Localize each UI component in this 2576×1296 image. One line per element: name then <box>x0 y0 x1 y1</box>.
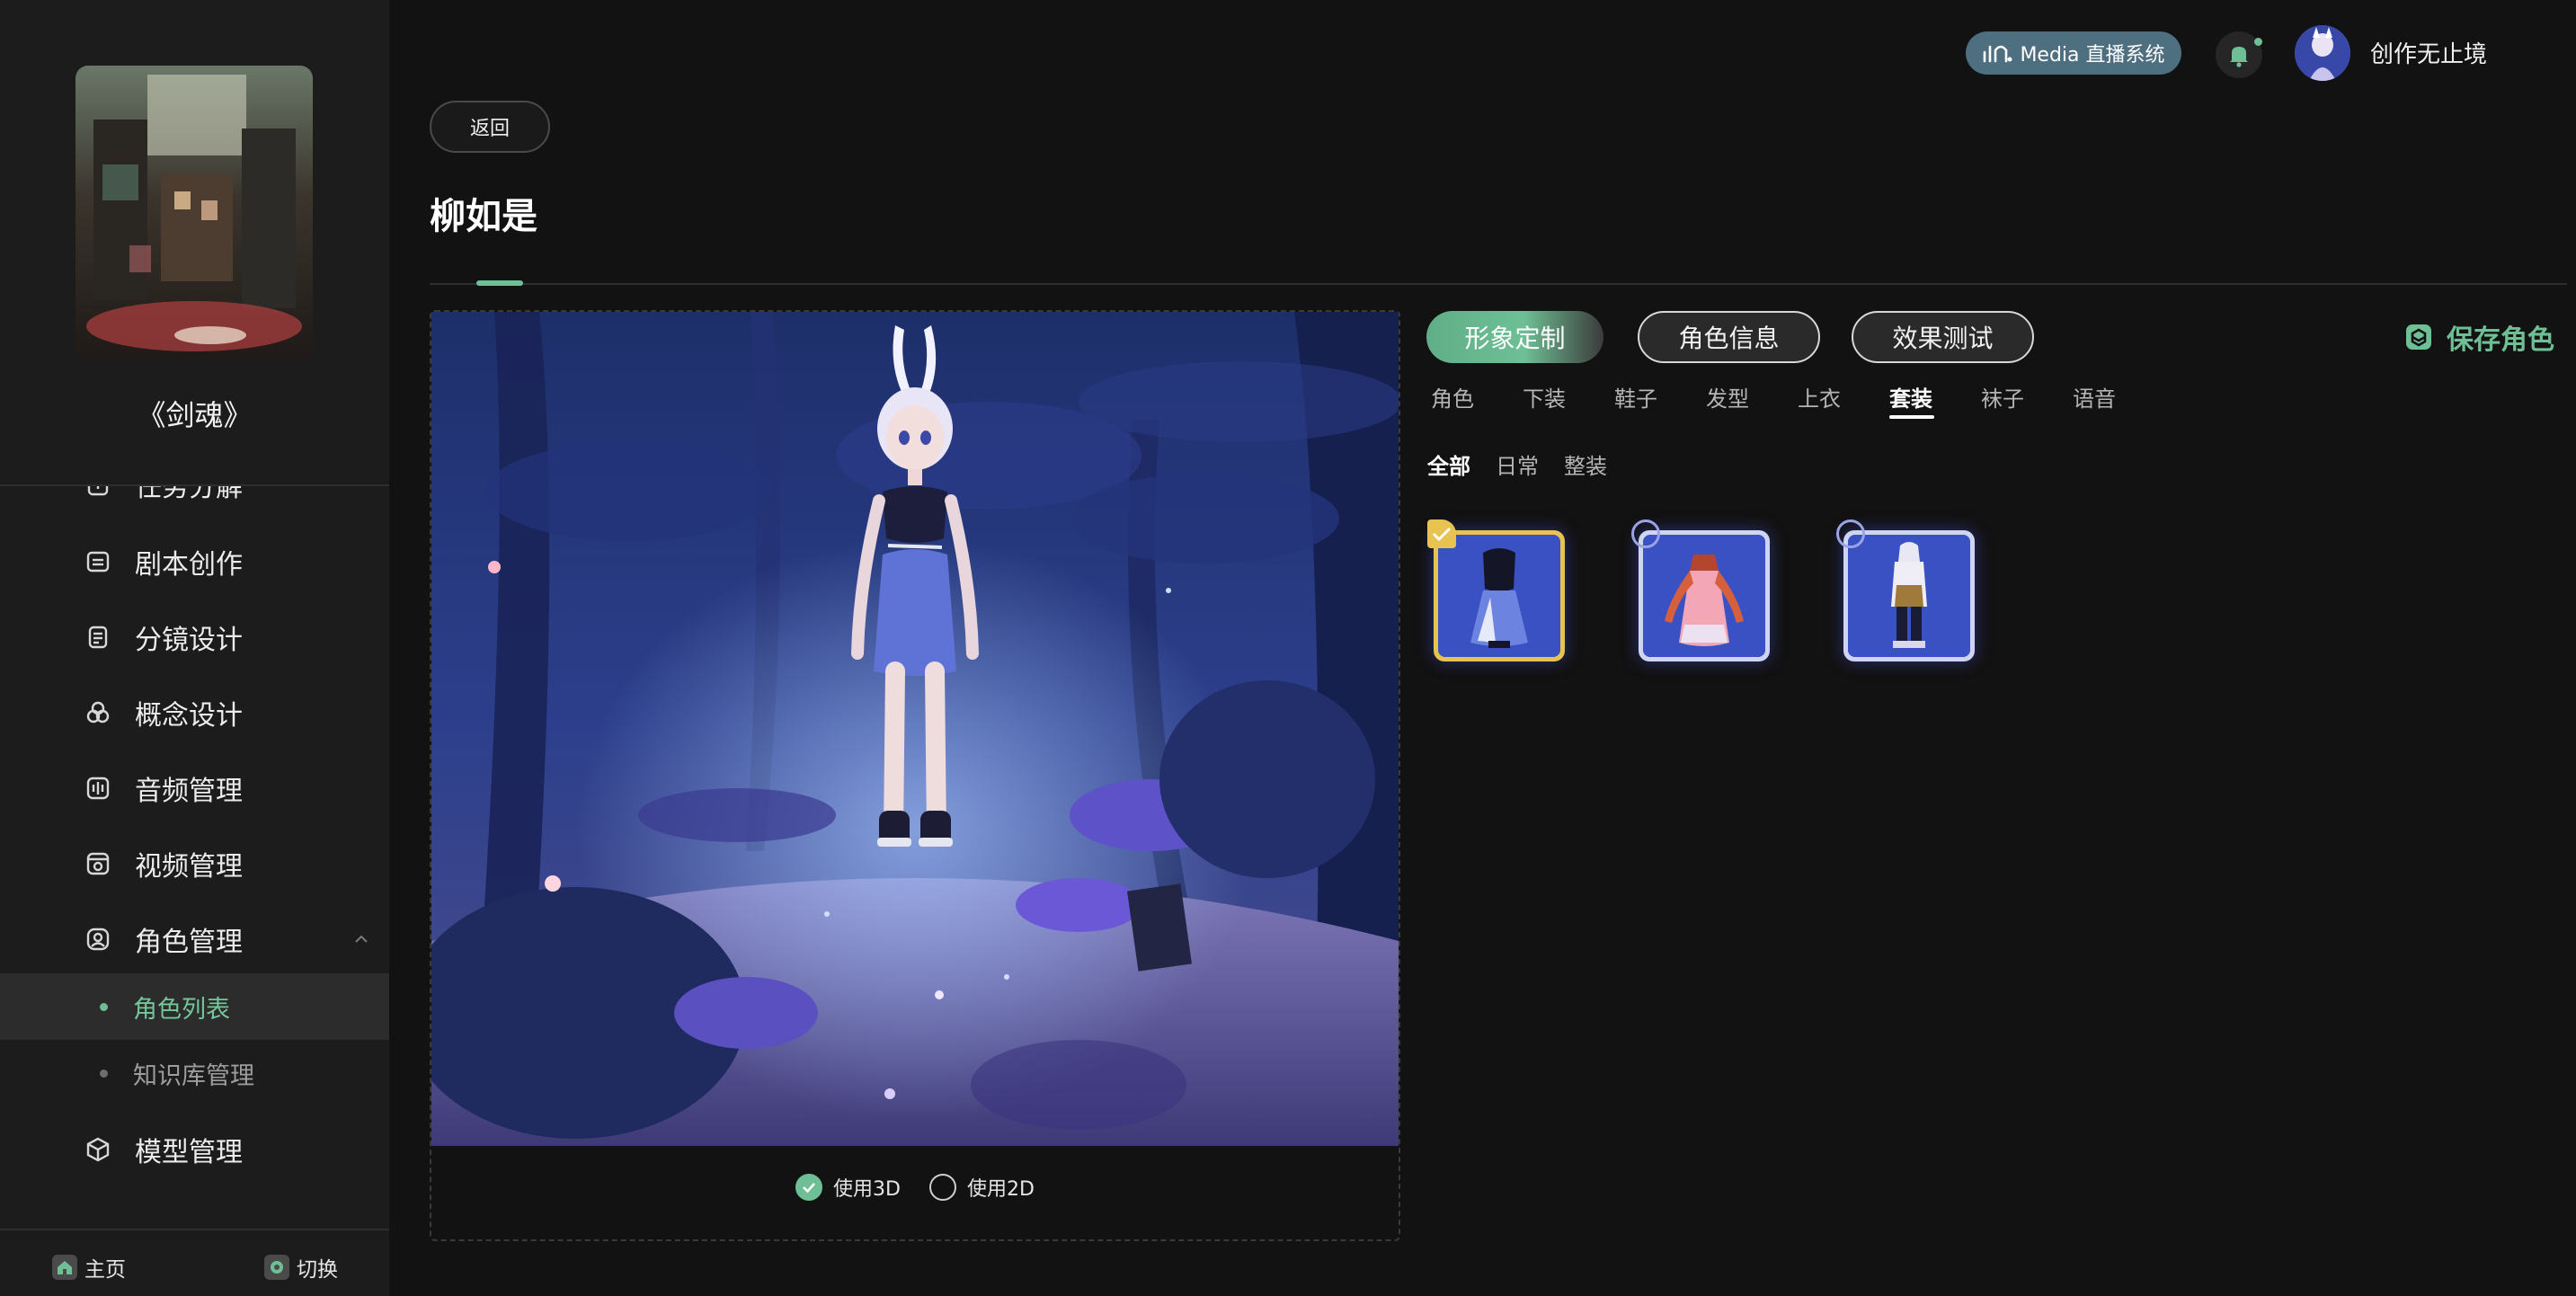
sub-filter-daily[interactable]: 日常 <box>1496 448 1539 480</box>
title-underline <box>430 283 2567 285</box>
sidebar-item-script[interactable]: 剧本创作 <box>0 524 389 599</box>
back-button[interactable]: 返回 <box>430 101 550 153</box>
sidebar-item-label: 角色管理 <box>135 927 243 958</box>
video-icon <box>86 852 110 875</box>
sidebar-item-model[interactable]: 模型管理 <box>0 1112 389 1187</box>
switch-icon <box>264 1255 289 1280</box>
concept-icon <box>86 701 110 723</box>
tab-character-info[interactable]: 角色信息 <box>1638 311 1820 363</box>
home-icon <box>52 1255 77 1280</box>
outfit-sub-filters: 全部 日常 整装 <box>1427 448 1607 480</box>
sub-filter-all[interactable]: 全部 <box>1427 448 1470 480</box>
sidebar-item-label: 音频管理 <box>135 776 243 807</box>
home-label: 主页 <box>84 1258 126 1282</box>
category-tab-top[interactable]: 上衣 <box>1798 381 1889 421</box>
sidebar-item-label: 概念设计 <box>135 700 243 732</box>
bell-icon <box>2230 47 2248 67</box>
sub-filter-full-set[interactable]: 整装 <box>1564 448 1607 480</box>
sidebar-nav: 任务分解 剧本创作 分镜设计 概念设计 音频管理 视频管理 角色管理 角色列表 … <box>0 486 389 1229</box>
sidebar-item-label: 视频管理 <box>135 851 243 883</box>
audio-icon <box>86 777 110 800</box>
notification-dot <box>2254 38 2262 46</box>
save-icon <box>2406 324 2431 350</box>
title-underline-accent <box>476 280 523 286</box>
sidebar-subitem-label: 角色列表 <box>133 995 230 1024</box>
storyboard-icon <box>88 626 108 649</box>
category-tab-suit[interactable]: 套装 <box>1889 381 1981 421</box>
category-tab-socks[interactable]: 袜子 <box>1981 381 2073 421</box>
outfit-thumbnail[interactable] <box>1434 530 1565 661</box>
category-tab-bottoms[interactable]: 下装 <box>1523 381 1614 421</box>
character-preview-panel: 使用3D 使用2D <box>430 310 1400 1241</box>
sidebar-item-label: 任务分解 <box>135 486 243 503</box>
model-icon <box>86 1137 110 1162</box>
project-cover-image[interactable] <box>76 66 313 359</box>
use-3d-label: 使用3D <box>833 1178 901 1201</box>
home-button[interactable]: 主页 <box>52 1251 126 1283</box>
category-tab-hairstyle[interactable]: 发型 <box>1706 381 1798 421</box>
sidebar-item-video[interactable]: 视频管理 <box>0 826 389 901</box>
tab-effect-test[interactable]: 效果测试 <box>1852 311 2034 363</box>
sidebar-item-label: 分镜设计 <box>135 625 243 656</box>
radio-checked-icon[interactable] <box>795 1174 823 1201</box>
task-icon <box>87 486 109 496</box>
sidebar-item-label: 剧本创作 <box>135 549 243 581</box>
sidebar-item-concept[interactable]: 概念设计 <box>0 675 389 750</box>
unselected-circle-icon <box>1836 519 1865 548</box>
radio-unchecked-icon[interactable] <box>929 1174 956 1201</box>
save-character-button[interactable]: 保存角色 <box>2403 319 2554 356</box>
category-tab-role[interactable]: 角色 <box>1431 381 1523 421</box>
sidebar-item-audio[interactable]: 音频管理 <box>0 750 389 826</box>
sidebar-item-character[interactable]: 角色管理 <box>0 901 389 977</box>
sidebar-subitem-role-list[interactable]: 角色列表 <box>0 973 389 1040</box>
sidebar-item-storyboard[interactable]: 分镜设计 <box>0 599 389 675</box>
media-icon <box>1984 45 2012 63</box>
outfit-thumbnail[interactable] <box>1843 530 1975 661</box>
use-3d-option[interactable]: 使用3D <box>795 1173 901 1202</box>
active-dot <box>100 1002 108 1011</box>
save-character-label: 保存角色 <box>2447 324 2554 356</box>
username[interactable]: 创作无止境 <box>2370 36 2487 69</box>
category-tab-shoes[interactable]: 鞋子 <box>1614 381 1706 421</box>
chevron-up-icon[interactable] <box>352 930 370 948</box>
media-live-system-button[interactable]: Media 直播系统 <box>1966 31 2181 75</box>
sidebar-item-label: 模型管理 <box>135 1137 243 1168</box>
inactive-dot <box>100 1069 108 1078</box>
switch-label: 切换 <box>297 1258 338 1282</box>
outfit-thumbnail[interactable] <box>1639 530 1770 661</box>
page-title: 柳如是 <box>430 196 537 237</box>
sidebar: 《剑魂》 任务分解 剧本创作 分镜设计 概念设计 音频管理 视频管理 角色管理 … <box>0 0 389 1296</box>
character-icon <box>86 928 110 951</box>
render-mode-selector: 使用3D 使用2D <box>431 1173 1399 1202</box>
outfit-category-tabs: 角色 下装 鞋子 发型 上衣 套装 袜子 语音 <box>1431 381 2164 421</box>
sidebar-subitem-knowledge-base[interactable]: 知识库管理 <box>0 1040 389 1106</box>
project-title: 《剑魂》 <box>137 398 253 432</box>
use-2d-option[interactable]: 使用2D <box>929 1173 1035 1202</box>
use-2d-label: 使用2D <box>967 1178 1035 1201</box>
category-tab-voice[interactable]: 语音 <box>2073 381 2164 421</box>
sidebar-subitem-label: 知识库管理 <box>133 1061 254 1090</box>
switch-button[interactable]: 切换 <box>264 1251 338 1283</box>
selected-check-icon <box>1427 519 1456 548</box>
tab-appearance-custom[interactable]: 形象定制 <box>1426 311 1603 363</box>
character-3d-preview[interactable] <box>431 312 1399 1146</box>
sidebar-bottom-divider <box>0 1229 389 1230</box>
media-badge-label: Media 直播系统 <box>2020 44 2165 67</box>
unselected-circle-icon <box>1631 519 1660 548</box>
sidebar-item-task[interactable]: 任务分解 <box>0 486 389 522</box>
user-avatar[interactable] <box>2295 25 2350 81</box>
script-icon <box>86 551 110 573</box>
